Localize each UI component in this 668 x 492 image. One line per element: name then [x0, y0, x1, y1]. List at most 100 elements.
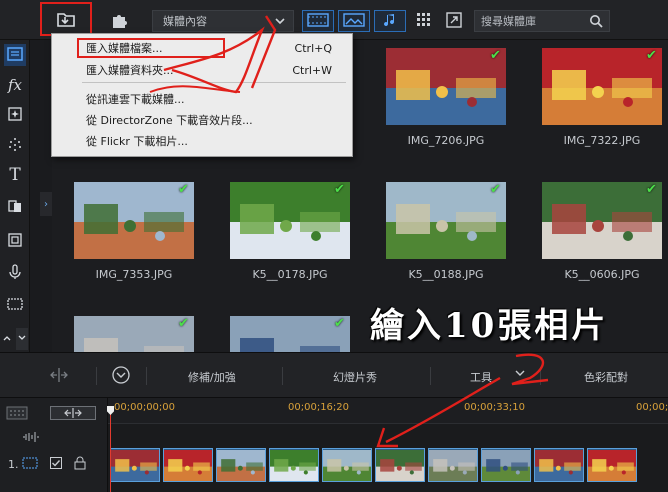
import-menu: 匯入媒體檔案... Ctrl+Q 匯入媒體資料夾... Ctrl+W 從訊連雲下…: [51, 33, 353, 157]
particle-icon: [7, 106, 23, 125]
highlight-box: [77, 38, 225, 58]
chevron-down-icon[interactable]: [514, 367, 526, 382]
media-thumbnail[interactable]: ✔: [542, 48, 662, 125]
chevron-right-icon: ›: [44, 198, 48, 210]
media-room-tab[interactable]: [4, 44, 26, 66]
import-media-button[interactable]: [40, 2, 92, 36]
check-icon: ✔: [490, 48, 501, 63]
check-icon: ✔: [334, 182, 345, 197]
puzzle-icon: [110, 11, 130, 32]
overlay-caption: 繪入10張相片: [370, 306, 609, 346]
media-thumbnail[interactable]: ✔: [386, 48, 506, 125]
media-thumbnail[interactable]: ✔: [74, 316, 194, 352]
timeline-clip[interactable]: [481, 448, 531, 482]
voice-tab[interactable]: [4, 262, 26, 284]
media-filename: K5__0178.JPG: [252, 268, 328, 281]
divider: [282, 367, 283, 385]
timeline-clip[interactable]: [163, 448, 213, 482]
timeline-clip[interactable]: [110, 448, 160, 482]
track-video-icon[interactable]: [22, 457, 38, 472]
video-filter-icon: [307, 12, 329, 30]
plugin-button[interactable]: [98, 8, 142, 34]
import-media-icon: [56, 9, 76, 30]
menu-download-cloud[interactable]: 從訊連雲下載媒體...: [52, 89, 352, 109]
split-icon[interactable]: [48, 367, 70, 386]
timeline-clip[interactable]: [428, 448, 478, 482]
zoom-fit-button[interactable]: [50, 406, 96, 420]
media-thumbnail[interactable]: ✔: [230, 316, 350, 352]
video-track[interactable]: [108, 424, 668, 492]
search-input[interactable]: 搜尋媒體庫: [481, 13, 536, 29]
particle-tab[interactable]: [4, 104, 26, 126]
check-icon: ✔: [646, 48, 657, 63]
mic-icon: [7, 263, 23, 283]
timeline-clip[interactable]: [587, 448, 637, 482]
subtitle-tab[interactable]: [4, 294, 26, 316]
title-tab[interactable]: T: [4, 164, 26, 186]
menu-import-folder[interactable]: 匯入媒體資料夾... Ctrl+W: [52, 60, 352, 80]
lock-icon[interactable]: [74, 456, 86, 473]
media-room-icon: [7, 46, 23, 65]
timeline-clip[interactable]: [269, 448, 319, 482]
timecode: 00;00;16;20: [288, 402, 350, 413]
media-thumbnail[interactable]: ✔: [386, 182, 506, 259]
menu-item-label: 匯入媒體資料夾...: [86, 64, 174, 77]
menu-item-label: 從訊連雲下載媒體...: [86, 93, 185, 106]
check-icon: ✔: [646, 182, 657, 197]
video-filter-button[interactable]: [302, 10, 334, 32]
media-content-select[interactable]: 媒體內容: [152, 10, 294, 32]
sparkle-tab[interactable]: [4, 134, 26, 156]
timeline-ruler[interactable]: 00;00;00;00 00;00;16;20 00;00;33;10 00;0…: [108, 398, 668, 424]
rail-scroll-down[interactable]: [16, 328, 28, 350]
media-filename: IMG_7322.JPG: [563, 134, 641, 147]
grid-view-icon[interactable]: [416, 12, 432, 31]
timeline-clip[interactable]: [216, 448, 266, 482]
tools-button[interactable]: 工具: [470, 369, 492, 385]
media-content-select-value: 媒體內容: [163, 15, 207, 28]
search-box[interactable]: 搜尋媒體庫: [474, 10, 610, 32]
audio-waveform-icon: [22, 431, 40, 445]
menu-item-label: 從 DirectorZone 下載音效片段...: [86, 114, 253, 127]
audio-filter-icon: [382, 12, 398, 31]
image-filter-button[interactable]: [338, 10, 370, 32]
menu-download-flickr[interactable]: 從 Flickr 下載相片...: [52, 131, 352, 151]
menu-download-directorzone[interactable]: 從 DirectorZone 下載音效片段...: [52, 110, 352, 130]
media-thumbnail[interactable]: ✔: [230, 182, 350, 259]
divider: [430, 367, 431, 385]
timeline-clip[interactable]: [375, 448, 425, 482]
chevron-up-icon: [2, 332, 12, 346]
track-enable-checkbox[interactable]: [50, 457, 62, 472]
menu-shortcut: Ctrl+W: [292, 63, 332, 77]
fx-tab[interactable]: fx: [4, 74, 26, 96]
search-icon[interactable]: [589, 14, 603, 31]
menu-import-file[interactable]: 匯入媒體檔案... Ctrl+Q: [52, 38, 352, 58]
transition-icon: [7, 198, 23, 217]
timeline-options-button[interactable]: [111, 365, 131, 388]
transition-tab[interactable]: [4, 196, 26, 218]
sparkle-icon: [7, 136, 23, 155]
track-label: 1.: [8, 458, 19, 471]
panel-expand-tab[interactable]: ›: [40, 192, 52, 216]
media-thumbnail[interactable]: ✔: [74, 182, 194, 259]
check-icon: ✔: [334, 316, 345, 331]
fix-enhance-button[interactable]: 修補/加強: [188, 369, 236, 385]
media-thumbnail[interactable]: ✔: [542, 182, 662, 259]
timeline-clip[interactable]: [534, 448, 584, 482]
timecode: 00;00;50: [636, 402, 668, 413]
track-view-icon[interactable]: [6, 406, 28, 423]
rail-scroll-up[interactable]: [2, 328, 12, 350]
tool-rail: fx T: [0, 40, 30, 352]
media-filename: IMG_7353.JPG: [95, 268, 173, 281]
audio-filter-button[interactable]: [374, 10, 406, 32]
color-match-button[interactable]: 色彩配對: [584, 369, 628, 385]
title-icon: T: [9, 165, 21, 185]
pip-tab[interactable]: [4, 230, 26, 252]
divider: [146, 367, 147, 385]
chevron-down-icon: [17, 332, 27, 346]
timeline-toolbar: 修補/加強 幻燈片秀 工具 色彩配對: [0, 352, 668, 398]
slideshow-button[interactable]: 幻燈片秀: [333, 369, 377, 385]
subtitle-icon: [7, 296, 23, 315]
timeline-clip[interactable]: [322, 448, 372, 482]
expand-icon[interactable]: [446, 12, 462, 31]
check-icon: ✔: [490, 182, 501, 197]
